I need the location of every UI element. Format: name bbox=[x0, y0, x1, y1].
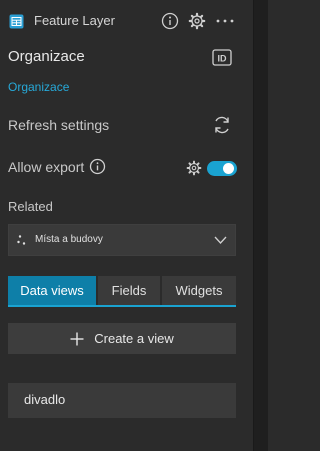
tab-widgets[interactable]: Widgets bbox=[162, 276, 236, 305]
chevron-down-icon bbox=[214, 236, 227, 244]
data-view-item[interactable]: divadlo bbox=[8, 383, 236, 418]
tab-fields[interactable]: Fields bbox=[98, 276, 160, 305]
tab-bar: Data views Fields Widgets bbox=[8, 276, 236, 307]
allow-export-label: Allow export bbox=[8, 159, 85, 175]
related-label: Related bbox=[8, 199, 53, 214]
settings-panel: Feature Layer Organizace ID Organizace R… bbox=[0, 0, 253, 451]
plus-icon bbox=[70, 332, 84, 345]
more-icon[interactable] bbox=[214, 12, 236, 30]
create-view-label: Create a view bbox=[94, 331, 174, 346]
svg-text:ID: ID bbox=[218, 54, 228, 64]
data-view-label: divadlo bbox=[24, 392, 66, 407]
info-icon[interactable] bbox=[161, 12, 179, 30]
refresh-icon[interactable] bbox=[212, 115, 232, 135]
panel-header: Feature Layer bbox=[0, 0, 253, 42]
related-dropdown[interactable]: Místa a budovy bbox=[8, 224, 236, 256]
panel-title: Feature Layer bbox=[34, 13, 115, 28]
gear-icon[interactable] bbox=[188, 12, 206, 30]
refresh-settings-label: Refresh settings bbox=[8, 117, 110, 133]
source-name: Organizace bbox=[8, 48, 85, 65]
id-icon[interactable]: ID bbox=[212, 49, 232, 66]
allow-export-toggle[interactable] bbox=[207, 161, 237, 176]
export-info-icon[interactable] bbox=[89, 158, 106, 175]
toggle-knob bbox=[223, 163, 234, 174]
related-selected-value: Místa a budovy bbox=[35, 234, 103, 245]
point-layer-icon bbox=[17, 235, 26, 245]
scrollbar-track[interactable] bbox=[253, 0, 268, 451]
table-icon bbox=[9, 14, 24, 29]
tab-data-views[interactable]: Data views bbox=[8, 276, 96, 305]
source-subtitle-link[interactable]: Organizace bbox=[8, 80, 69, 94]
create-view-button[interactable]: Create a view bbox=[8, 323, 236, 354]
export-gear-icon[interactable] bbox=[186, 160, 202, 176]
